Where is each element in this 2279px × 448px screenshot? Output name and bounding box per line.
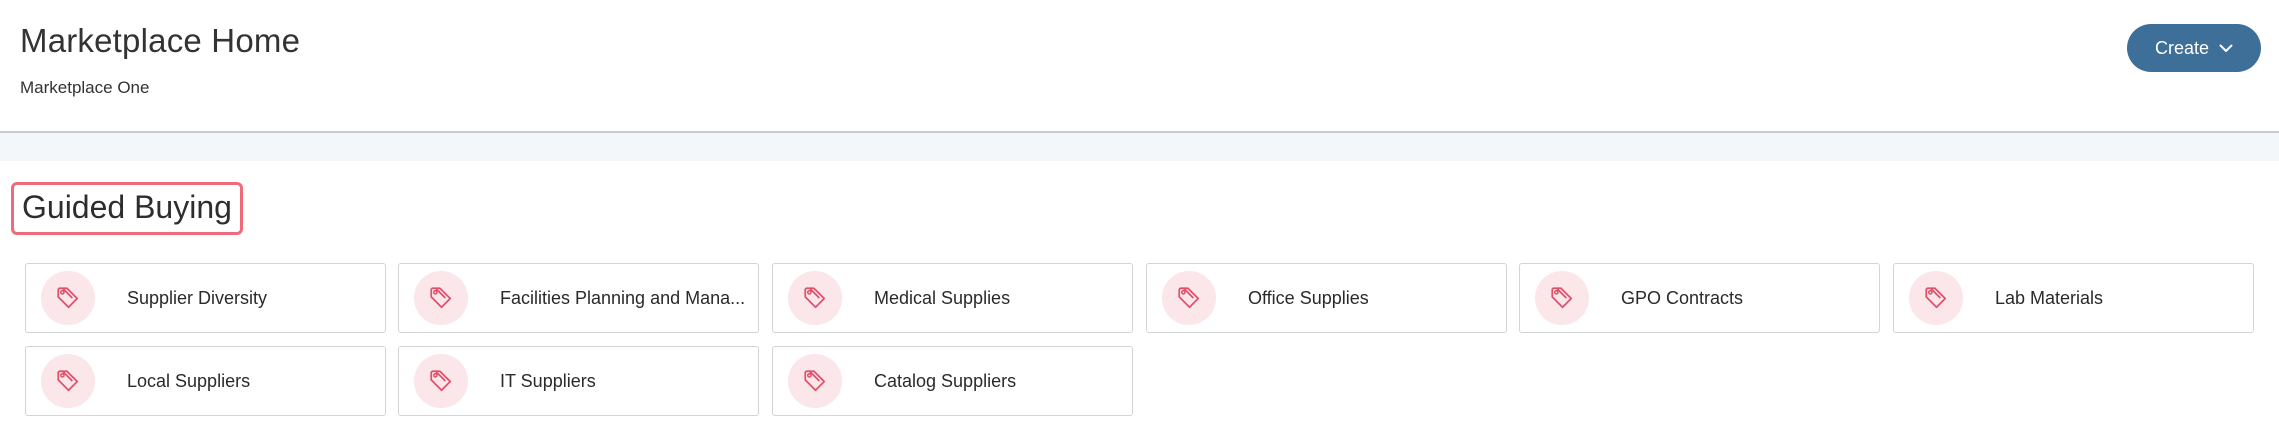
tile-office-supplies[interactable]: Office Supplies bbox=[1146, 263, 1507, 333]
tile-it-suppliers[interactable]: IT Suppliers bbox=[398, 346, 759, 416]
tile-label: Lab Materials bbox=[1995, 287, 2104, 308]
tile-label: Supplier Diversity bbox=[127, 287, 268, 308]
create-button-label: Create bbox=[2154, 37, 2210, 58]
tile-label: Facilities Planning and Mana... bbox=[500, 287, 746, 308]
tile-facilities-planning[interactable]: Facilities Planning and Mana... bbox=[398, 263, 759, 333]
tag-icon bbox=[1909, 271, 1963, 325]
tile-label: Local Suppliers bbox=[127, 370, 251, 391]
tile-supplier-diversity[interactable]: Supplier Diversity bbox=[25, 263, 386, 333]
tile-label: Office Supplies bbox=[1248, 287, 1369, 308]
tile-label: Catalog Suppliers bbox=[874, 370, 1017, 391]
tile-gpo-contracts[interactable]: GPO Contracts bbox=[1519, 263, 1880, 333]
tile-label: IT Suppliers bbox=[500, 370, 596, 391]
marketplace-name: Marketplace One bbox=[20, 78, 150, 97]
tile-label: Medical Supplies bbox=[874, 287, 1011, 308]
page-title: Marketplace Home bbox=[20, 22, 301, 59]
page-header: Marketplace Home Marketplace One Create bbox=[0, 0, 2279, 133]
tag-icon bbox=[788, 271, 842, 325]
tile-lab-materials[interactable]: Lab Materials bbox=[1893, 263, 2254, 333]
create-button[interactable]: Create bbox=[2127, 24, 2261, 72]
tag-icon bbox=[414, 354, 468, 408]
tag-icon bbox=[414, 271, 468, 325]
tag-icon bbox=[1535, 271, 1589, 325]
divider-band bbox=[0, 133, 2279, 161]
tile-medical-supplies[interactable]: Medical Supplies bbox=[772, 263, 1133, 333]
tile-label: GPO Contracts bbox=[1621, 287, 1744, 308]
guided-buying-title: Guided Buying bbox=[11, 182, 243, 235]
tag-icon bbox=[41, 271, 95, 325]
tile-catalog-suppliers[interactable]: Catalog Suppliers bbox=[772, 346, 1133, 416]
tag-icon bbox=[788, 354, 842, 408]
tag-icon bbox=[1162, 271, 1216, 325]
tag-icon bbox=[41, 354, 95, 408]
tile-local-suppliers[interactable]: Local Suppliers bbox=[25, 346, 386, 416]
chevron-down-icon bbox=[2219, 43, 2233, 53]
